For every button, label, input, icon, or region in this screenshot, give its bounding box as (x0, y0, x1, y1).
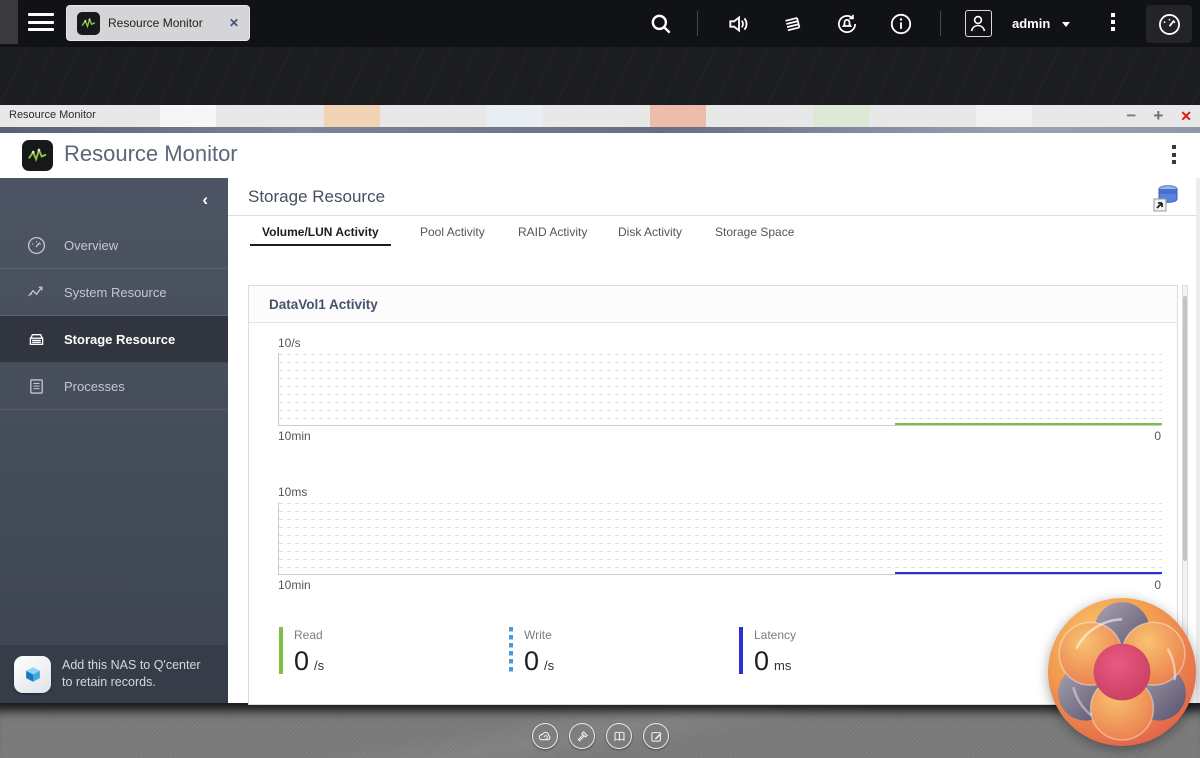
ghost-desktop-icon (160, 105, 216, 127)
page-title: Storage Resource (248, 187, 385, 207)
latency-chart-xmax-label: 0 (1154, 578, 1161, 594)
ghost-desktop-icon (976, 105, 1032, 127)
tab-bar: Volume/LUN Activity Pool Activity RAID A… (228, 217, 1196, 249)
screen: Resource Monitor ✕ admin (0, 0, 1200, 758)
legend-value: 0 (294, 646, 309, 676)
taskbar-divider (697, 11, 698, 36)
sidebar-item-label: Processes (64, 379, 125, 394)
background-tasks-icon[interactable] (780, 11, 806, 37)
taskbar-tab-label: Resource Monitor (108, 16, 229, 30)
event-notifications-icon[interactable] (834, 11, 860, 37)
window-title: Resource Monitor (9, 109, 96, 121)
legend-label: Latency (754, 628, 796, 642)
documentation-dock-icon[interactable] (606, 723, 632, 749)
myqnapcloud-dock-icon[interactable] (532, 723, 558, 749)
qcenter-note: Add this NAS to Q'center to retain recor… (62, 657, 201, 691)
desktop-background-bottom (0, 703, 1200, 758)
legend-write: Write 0/s (509, 627, 739, 677)
sidebar: ‹ Overview System Resource Storage Resou… (0, 178, 228, 703)
latency-chart-xmin-label: 10min (278, 578, 311, 594)
window-titlebar[interactable]: Resource Monitor − + ✕ (0, 105, 1200, 127)
utilities-dock-icon[interactable] (569, 723, 595, 749)
legend-value: 0 (524, 646, 539, 676)
legend-read: Read 0/s (279, 627, 509, 677)
chart-legend: Read 0/s Write 0/s Lat (279, 627, 1177, 677)
volume-icon[interactable] (726, 11, 752, 37)
legend-latency: Latency 0 ms (739, 627, 969, 677)
iops-chart: 10/s 10min 0 (278, 336, 1161, 445)
user-avatar-icon[interactable] (965, 10, 992, 37)
iops-chart-ymax-label: 10/s (278, 336, 1161, 353)
tab-raid-activity[interactable]: RAID Activity (506, 217, 599, 246)
ghost-desktop-icon (487, 105, 543, 127)
window-maximize-icon[interactable]: + (1153, 106, 1163, 126)
latency-chart-plot (278, 502, 1161, 575)
taskbar-divider (940, 11, 941, 36)
line-chart-icon (26, 282, 47, 303)
latency-swatch (739, 627, 743, 674)
qcenter-cube-icon (14, 656, 51, 693)
process-list-icon (26, 376, 47, 397)
sidebar-item-label: Overview (64, 238, 118, 253)
tab-pool-activity[interactable]: Pool Activity (408, 217, 497, 246)
latency-chart-ymax-label: 10ms (278, 485, 1161, 502)
legend-label: Read (294, 628, 324, 642)
ghost-desktop-icon (650, 105, 706, 127)
qcenter-banner[interactable]: Add this NAS to Q'center to retain recor… (0, 645, 228, 703)
taskbar: Resource Monitor ✕ admin (0, 0, 1200, 47)
sidebar-item-overview[interactable]: Overview (0, 222, 228, 269)
kitguru-watermark-logo (1046, 596, 1198, 748)
ghost-desktop-icon (324, 105, 380, 127)
app-more-menu-icon[interactable] (1168, 145, 1180, 168)
panel-title: DataVol1 Activity (249, 286, 1177, 323)
read-swatch (279, 627, 283, 674)
desktop-dock (532, 723, 669, 749)
sidebar-item-storage-resource[interactable]: Storage Resource (0, 316, 228, 363)
iops-chart-plot (278, 353, 1161, 426)
iops-chart-xmin-label: 10min (278, 429, 311, 445)
app-title: Resource Monitor (64, 141, 238, 167)
iops-chart-xmax-label: 0 (1154, 429, 1161, 445)
ghost-desktop-icon (813, 105, 869, 127)
overview-gauge-icon (26, 235, 47, 256)
storage-manager-shortcut-icon[interactable] (1150, 182, 1182, 214)
write-swatch (509, 627, 513, 674)
taskbar-more-icon[interactable] (1106, 13, 1120, 34)
user-menu-caret-icon[interactable] (1062, 22, 1070, 27)
sidebar-item-system-resource[interactable]: System Resource (0, 269, 228, 316)
sidebar-item-label: System Resource (64, 285, 167, 300)
resource-monitor-app-icon (22, 140, 53, 171)
tab-storage-space[interactable]: Storage Space (703, 217, 806, 246)
legend-unit: ms (774, 658, 791, 673)
legend-unit: /s (314, 658, 324, 673)
sidebar-collapse-icon[interactable]: ‹ (202, 191, 208, 208)
feedback-dock-icon[interactable] (643, 723, 669, 749)
datavol1-activity-panel: DataVol1 Activity 10/s 10min 0 (248, 285, 1178, 705)
scrollbar-thumb[interactable] (1183, 296, 1187, 561)
tab-volume-lun-activity[interactable]: Volume/LUN Activity (250, 217, 391, 246)
tab-disk-activity[interactable]: Disk Activity (606, 217, 694, 246)
taskbar-edge (0, 0, 18, 44)
user-menu-label[interactable]: admin (1012, 16, 1050, 31)
desktop-background-top (0, 47, 1200, 105)
sidebar-item-label: Storage Resource (64, 332, 175, 347)
taskbar-tab-resource-monitor[interactable]: Resource Monitor ✕ (66, 5, 250, 41)
search-icon[interactable] (648, 11, 674, 37)
legend-value: 0 (754, 646, 769, 676)
window-minimize-icon[interactable]: − (1126, 106, 1136, 126)
app-header: Resource Monitor (0, 133, 1200, 178)
storage-drive-icon (26, 329, 47, 350)
sidebar-item-processes[interactable]: Processes (0, 363, 228, 410)
latency-chart: 10ms 10min 0 (278, 485, 1161, 594)
info-icon[interactable] (888, 11, 914, 37)
resource-monitor-app-icon (77, 12, 100, 35)
dashboard-gauge-icon[interactable] (1146, 5, 1192, 43)
main-menu-icon[interactable] (28, 13, 54, 33)
legend-label: Write (524, 628, 554, 642)
tab-close-icon[interactable]: ✕ (229, 16, 239, 30)
legend-unit: /s (544, 658, 554, 673)
window-close-icon[interactable]: ✕ (1180, 106, 1192, 126)
